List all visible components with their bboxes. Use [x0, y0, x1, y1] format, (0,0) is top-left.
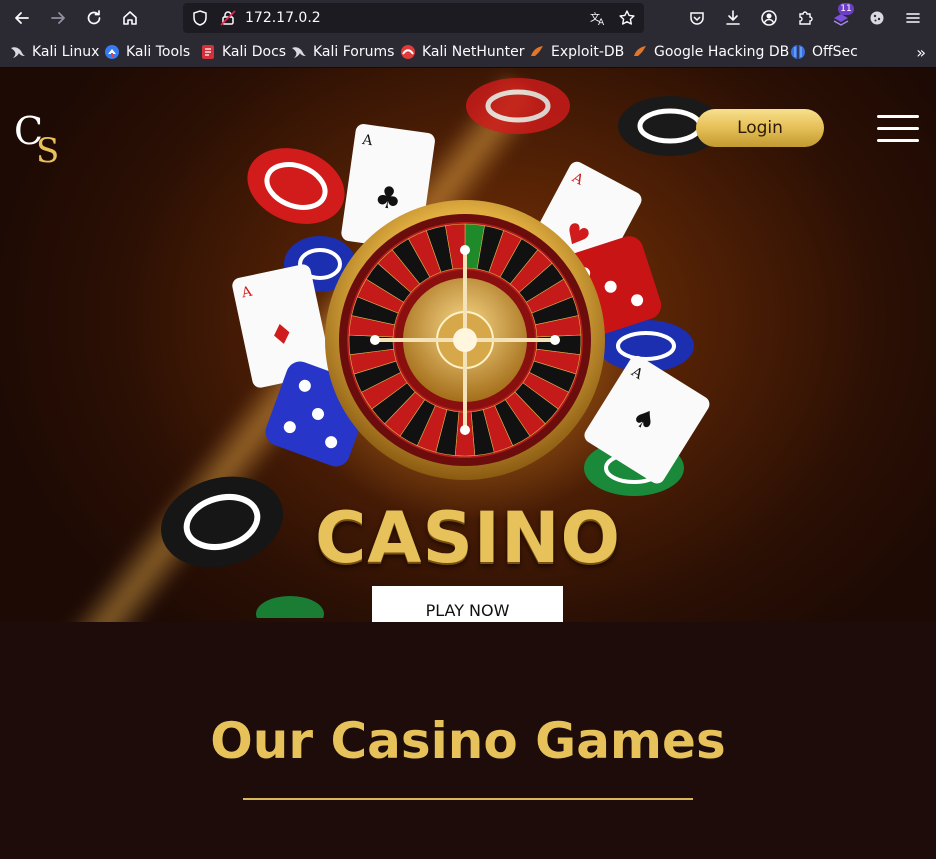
kali-dragon-icon: [11, 47, 25, 58]
bookmark-google-hacking-db[interactable]: Google Hacking DB: [632, 43, 789, 61]
url-text[interactable]: 172.17.0.2: [245, 10, 321, 26]
kali-dragon-icon: [292, 47, 306, 58]
bookmark-kali-docs[interactable]: Kali Docs: [200, 43, 286, 61]
menu-bar: [877, 115, 919, 118]
cookie-icon: [870, 11, 884, 25]
more-bookmarks-icon[interactable]: »: [916, 43, 926, 62]
bookmark-label: OffSec: [812, 44, 858, 60]
black-chip-bottom: [161, 476, 283, 568]
roulette-wheel: [325, 200, 605, 480]
extensions-button[interactable]: [793, 6, 817, 30]
bookmark-kali-forums[interactable]: Kali Forums: [291, 43, 394, 61]
cookie-extension-button[interactable]: [865, 6, 889, 30]
ghdb-icon: [634, 46, 646, 56]
menu-bar: [877, 139, 919, 142]
app-menu-button[interactable]: [901, 6, 925, 30]
page-viewport: A ♣ A ♥ A ♦ A ♠ C S Login CASINO PLAY NO…: [0, 68, 936, 859]
home-icon: [123, 11, 137, 25]
offsec-icon: [791, 45, 805, 59]
insecure-lock-icon[interactable]: [219, 9, 237, 27]
exploit-db-icon: [531, 46, 543, 56]
hamburger-menu-icon: [906, 13, 920, 23]
site-menu-icon[interactable]: [877, 115, 919, 145]
kali-tools-icon: [105, 45, 119, 59]
red-chip-blurred: [466, 78, 570, 134]
pocket-icon: [690, 12, 704, 25]
svg-text:♣: ♣: [372, 179, 404, 217]
account-button[interactable]: [757, 6, 781, 30]
reload-icon: [87, 10, 101, 25]
bookmark-kali-tools[interactable]: Kali Tools: [104, 43, 190, 61]
translate-icon[interactable]: 文A: [589, 9, 607, 27]
forward-button[interactable]: [46, 6, 70, 30]
puzzle-icon: [799, 11, 813, 25]
back-arrow-icon: [15, 12, 29, 24]
bookmark-label: Kali Linux: [32, 44, 100, 60]
bookmark-kali-nethunter[interactable]: Kali NetHunter: [400, 43, 524, 61]
kali-docs-icon: [202, 45, 214, 59]
pocket-button[interactable]: [685, 6, 709, 30]
url-bar[interactable]: 172.17.0.2 文A: [183, 3, 644, 33]
extension-count-badge: 11: [838, 3, 854, 15]
bookmark-label: Google Hacking DB: [654, 44, 790, 60]
back-button[interactable]: [10, 6, 34, 30]
section-divider: [243, 798, 693, 800]
account-icon: [761, 10, 777, 26]
bookmarks-toolbar: Kali Linux Kali Tools Kali Docs Kali For…: [0, 36, 936, 68]
bookmark-label: Exploit-DB: [551, 44, 625, 60]
downloads-button[interactable]: [721, 6, 745, 30]
site-logo[interactable]: C S: [14, 110, 68, 164]
section-title: Our Casino Games: [210, 712, 726, 770]
bookmark-kali-linux[interactable]: Kali Linux: [10, 43, 99, 61]
bookmark-label: Kali Forums: [313, 44, 395, 60]
reload-button[interactable]: [82, 6, 106, 30]
bookmark-exploit-db[interactable]: Exploit-DB: [529, 43, 624, 61]
games-section: Our Casino Games: [0, 622, 936, 859]
bookmark-label: Kali Tools: [126, 44, 191, 60]
bookmark-label: Kali Docs: [222, 44, 287, 60]
red-chip-top: [247, 148, 345, 224]
bookmark-star-icon[interactable]: [618, 9, 636, 27]
menu-bar: [877, 127, 919, 130]
home-button[interactable]: [118, 6, 142, 30]
hero-title: CASINO: [314, 497, 622, 579]
svg-text:A: A: [598, 18, 605, 27]
shield-icon[interactable]: [191, 9, 209, 27]
nethunter-icon: [401, 45, 415, 59]
logo-letter-s: S: [36, 131, 59, 164]
forward-arrow-icon: [51, 12, 65, 24]
login-button[interactable]: Login: [696, 109, 824, 147]
bookmark-offsec[interactable]: OffSec: [790, 43, 858, 61]
play-now-button[interactable]: PLAY NOW: [372, 586, 563, 622]
bookmark-label: Kali NetHunter: [422, 44, 525, 60]
hero-section: A ♣ A ♥ A ♦ A ♠ C S Login CASINO PLAY NO…: [0, 68, 936, 622]
download-icon: [726, 10, 740, 25]
browser-toolbar: 172.17.0.2 文A 11: [0, 0, 936, 36]
green-chip-bottom: [256, 596, 324, 618]
